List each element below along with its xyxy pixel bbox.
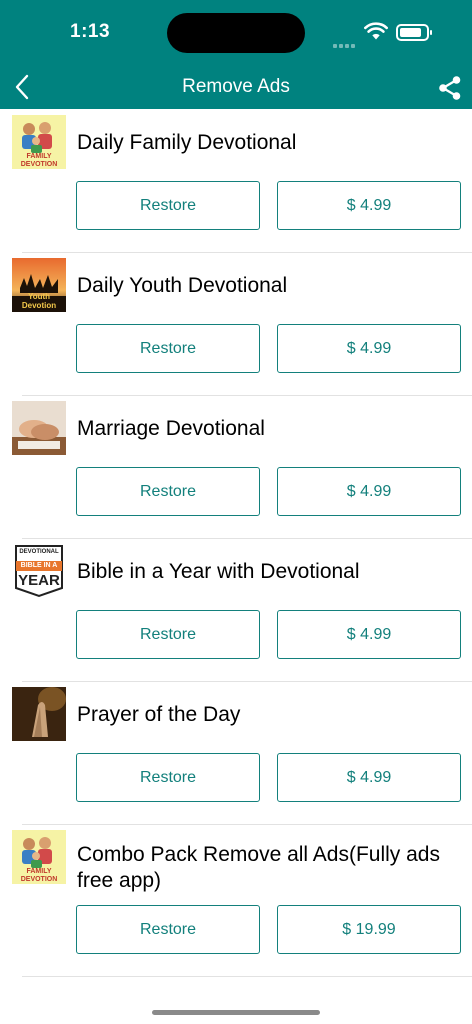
product-title: Daily Youth Devotional <box>77 274 288 297</box>
family-devotion-thumbnail: FAMILY DEVOTION <box>12 830 66 884</box>
page-title: Remove Ads <box>182 76 290 97</box>
status-time: 1:13 <box>70 21 111 42</box>
thumb-caption: FAMILY DEVOTION <box>20 153 58 168</box>
restore-button[interactable]: Restore <box>76 610 260 659</box>
restore-button[interactable]: Restore <box>76 324 260 373</box>
product-title: Daily Family Devotional <box>77 131 297 154</box>
product-title: Prayer of the Day <box>77 703 241 726</box>
divider <box>22 824 472 825</box>
restore-button[interactable]: Restore <box>76 467 260 516</box>
share-button[interactable] <box>437 75 463 101</box>
divider <box>22 681 472 682</box>
buy-button[interactable]: $ 4.99 <box>277 181 461 230</box>
share-icon <box>439 76 461 100</box>
restore-button[interactable]: Restore <box>76 181 260 230</box>
buy-button[interactable]: $ 4.99 <box>277 324 461 373</box>
navigation-bar: Remove Ads <box>0 64 472 109</box>
restore-button[interactable]: Restore <box>76 905 260 954</box>
thumb-caption: Youth Devotion <box>21 292 57 310</box>
product-title: Marriage Devotional <box>77 417 265 440</box>
buy-button[interactable]: $ 4.99 <box>277 753 461 802</box>
wifi-icon <box>364 22 388 40</box>
divider <box>22 252 472 253</box>
buy-button[interactable]: $ 4.99 <box>277 467 461 516</box>
home-indicator[interactable] <box>152 1010 320 1015</box>
thumb-caption-mid: BIBLE IN A <box>20 562 58 569</box>
divider <box>22 538 472 539</box>
family-devotion-thumbnail: FAMILY DEVOTION <box>12 115 66 169</box>
buy-button[interactable]: $ 4.99 <box>277 610 461 659</box>
thumb-caption-bottom: YEAR <box>18 572 60 589</box>
marriage-hands-thumbnail <box>12 401 66 455</box>
thumb-caption: FAMILY DEVOTION <box>20 868 58 883</box>
bible-in-a-year-thumbnail: DEVOTIONAL BIBLE IN A YEAR <box>12 544 66 598</box>
praying-hands-thumbnail <box>12 687 66 741</box>
divider <box>22 976 472 977</box>
thumb-caption-top: DEVOTIONAL <box>19 549 59 555</box>
cellular-signal-icon <box>333 35 359 48</box>
dynamic-island <box>167 13 305 53</box>
product-title: Bible in a Year with Devotional <box>77 560 360 583</box>
restore-button[interactable]: Restore <box>76 753 260 802</box>
status-bar: 1:13 <box>0 0 472 64</box>
divider <box>22 395 472 396</box>
product-title: Combo Pack Remove all Ads(Fully ads free… <box>77 843 440 892</box>
buy-button[interactable]: $ 19.99 <box>277 905 461 954</box>
battery-icon <box>396 24 432 41</box>
youth-devotion-thumbnail: Youth Devotion <box>12 258 66 312</box>
